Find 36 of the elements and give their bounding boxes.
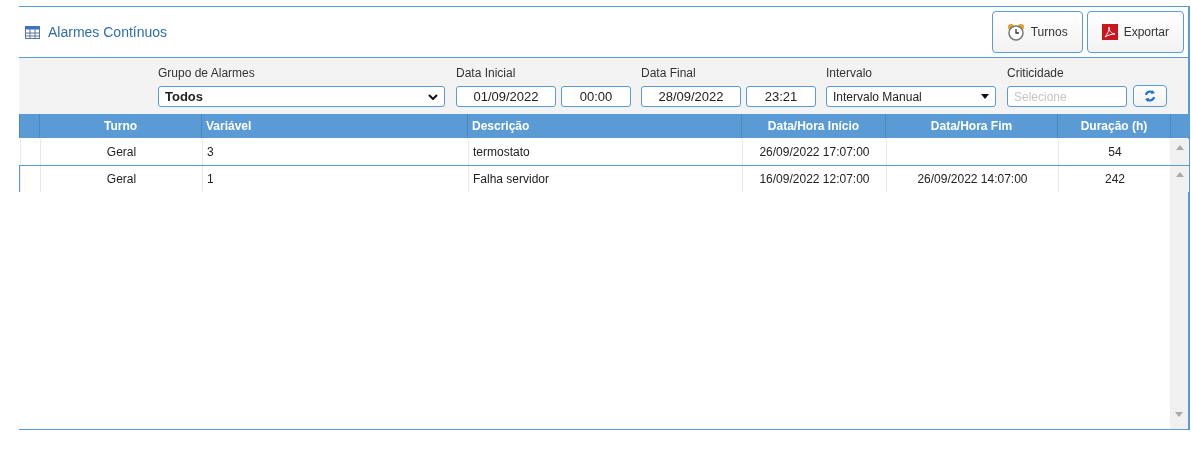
panel-title: Alarmes Contínuos bbox=[48, 24, 169, 40]
date-field[interactable]: 01/09/2022 bbox=[456, 86, 556, 107]
field-label: Grupo de Alarmes bbox=[158, 66, 256, 80]
table-cell: 3 bbox=[202, 139, 468, 165]
table-cell: Geral bbox=[40, 139, 202, 165]
time-field[interactable]: 23:21 bbox=[746, 86, 816, 107]
refresh-icon bbox=[1144, 90, 1156, 102]
table-row[interactable]: Geral 1 Falha servidor 16/09/2022 12:07:00 26/09/2022 14:07:00 242 bbox=[19, 165, 1188, 192]
refresh-button[interactable] bbox=[1133, 85, 1167, 107]
field-label: Data Inicial bbox=[456, 66, 517, 80]
export-button[interactable]: Exportar bbox=[1086, 11, 1184, 53]
field-label: Intervalo bbox=[826, 66, 874, 80]
caret-down-icon bbox=[981, 94, 989, 99]
interval-select[interactable]: Intervalo Manual bbox=[826, 86, 996, 107]
table-icon bbox=[25, 25, 40, 39]
table-cell: 26/09/2022 14:07:00 bbox=[886, 166, 1058, 192]
header-cell bbox=[19, 114, 39, 138]
table-cell: Geral bbox=[40, 166, 202, 192]
field-label: Data Final bbox=[641, 66, 697, 80]
scroll-down-icon[interactable] bbox=[1175, 412, 1183, 417]
pdf-icon bbox=[1101, 24, 1118, 40]
table-cell: 1 bbox=[202, 166, 468, 192]
time-field[interactable]: 00:00 bbox=[561, 86, 631, 107]
date-field[interactable]: 28/09/2022 bbox=[641, 86, 741, 107]
group-select[interactable]: Todos bbox=[158, 86, 445, 107]
shifts-button[interactable]: Turnos bbox=[991, 11, 1083, 53]
scroll-up-icon[interactable] bbox=[1176, 172, 1184, 177]
scroll-up-icon[interactable] bbox=[1176, 145, 1184, 150]
table-cell: Falha servidor bbox=[468, 166, 742, 192]
table-row[interactable]: Geral 3 termostato 26/09/2022 17:07:00 54 bbox=[19, 138, 1188, 165]
field-label: Criticidade bbox=[1007, 66, 1065, 80]
table-cell: 16/09/2022 12:07:00 bbox=[742, 166, 886, 192]
table-cell: 26/09/2022 17:07:00 bbox=[742, 139, 886, 165]
table-cell: termostato bbox=[468, 139, 742, 165]
chevron-down-icon bbox=[428, 93, 438, 100]
alarm-clock-icon bbox=[1006, 23, 1025, 41]
